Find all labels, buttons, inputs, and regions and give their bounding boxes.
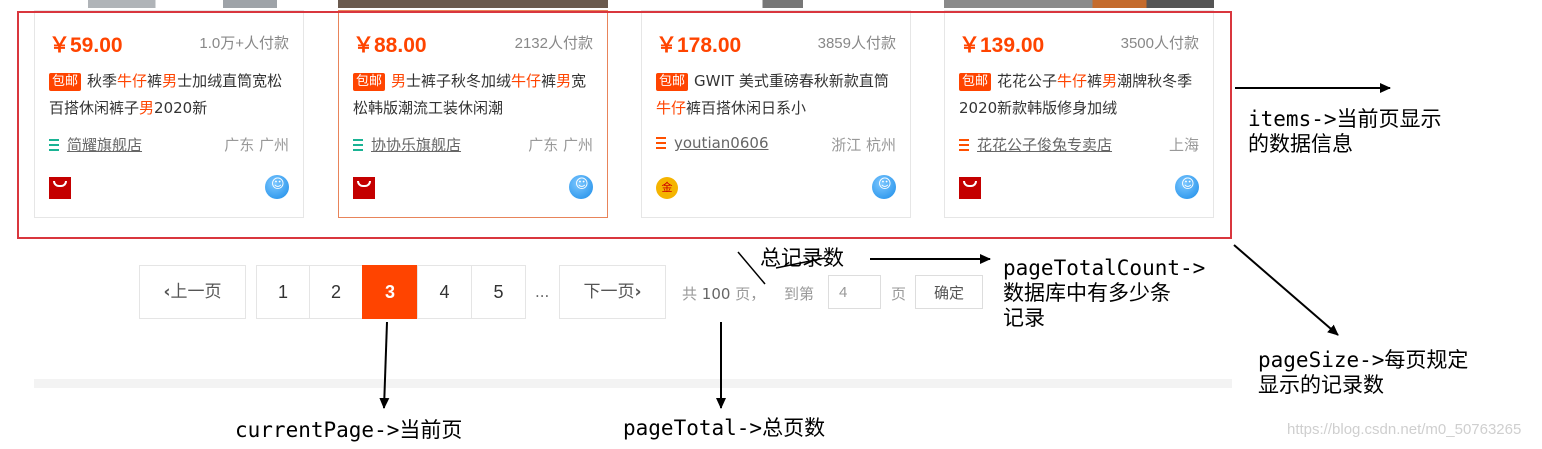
strike-line [737,251,766,285]
strike-line [775,257,826,269]
watermark: https://blog.csdn.net/m0_50763265 [1287,421,1522,438]
arrow-to-current-page [379,321,390,409]
arrow-to-page-size [1233,244,1339,336]
annotation-arrows [379,83,1391,409]
